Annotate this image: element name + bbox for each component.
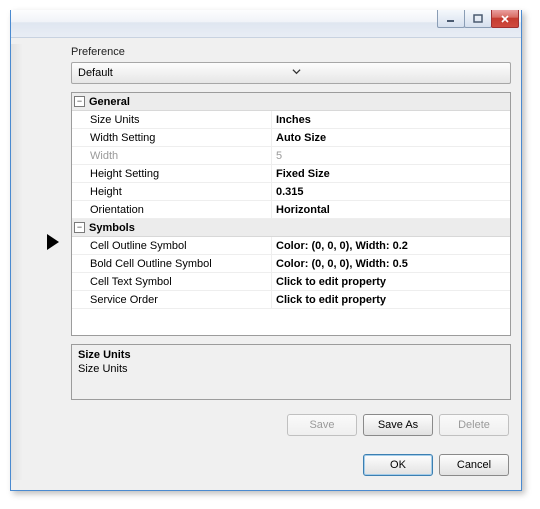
property-name: Service Order <box>72 291 272 308</box>
property-row[interactable]: Size UnitsInches <box>72 111 510 129</box>
pointer-arrow-icon <box>47 234 59 250</box>
preference-buttons: Save Save As Delete <box>71 414 511 436</box>
property-row[interactable]: Width SettingAuto Size <box>72 129 510 147</box>
collapse-toggle-icon[interactable]: − <box>74 96 85 107</box>
property-name: Width Setting <box>72 129 272 146</box>
property-value[interactable]: Click to edit property <box>272 273 510 290</box>
titlebar <box>11 10 521 38</box>
property-name: Width <box>72 147 272 164</box>
property-value[interactable]: Fixed Size <box>272 165 510 182</box>
property-value[interactable]: Auto Size <box>272 129 510 146</box>
preference-selected-value: Default <box>78 67 292 79</box>
close-button[interactable] <box>491 10 519 28</box>
property-group-label: Symbols <box>89 222 135 234</box>
ok-button[interactable]: OK <box>363 454 433 476</box>
property-row: Width5 <box>72 147 510 165</box>
save-button: Save <box>287 414 357 436</box>
chevron-down-icon <box>292 67 506 79</box>
property-name: Height <box>72 183 272 200</box>
property-row[interactable]: Bold Cell Outline SymbolColor: (0, 0, 0)… <box>72 255 510 273</box>
property-value[interactable]: Horizontal <box>272 201 510 218</box>
property-group-header[interactable]: −General <box>72 93 510 111</box>
property-row[interactable]: Height SettingFixed Size <box>72 165 510 183</box>
delete-button: Delete <box>439 414 509 436</box>
window-controls <box>438 10 519 28</box>
main-panel: Preference Default −GeneralSize UnitsInc… <box>71 44 511 480</box>
left-gutter <box>11 44 71 480</box>
property-value[interactable]: 0.315 <box>272 183 510 200</box>
property-row[interactable]: Cell Text SymbolClick to edit property <box>72 273 510 291</box>
save-as-button[interactable]: Save As <box>363 414 433 436</box>
preference-select[interactable]: Default <box>71 62 511 84</box>
property-value[interactable]: Color: (0, 0, 0), Width: 0.5 <box>272 255 510 272</box>
description-panel: Size Units Size Units <box>71 344 511 400</box>
property-group-header[interactable]: −Symbols <box>72 219 510 237</box>
property-value[interactable]: Click to edit property <box>272 291 510 308</box>
property-name: Cell Outline Symbol <box>72 237 272 254</box>
property-value[interactable]: Color: (0, 0, 0), Width: 0.2 <box>272 237 510 254</box>
property-name: Orientation <box>72 201 272 218</box>
dialog-buttons: OK Cancel <box>71 454 511 480</box>
property-grid[interactable]: −GeneralSize UnitsInchesWidth SettingAut… <box>71 92 511 336</box>
dialog-content: Preference Default −GeneralSize UnitsInc… <box>11 38 521 490</box>
property-row[interactable]: OrientationHorizontal <box>72 201 510 219</box>
property-name: Cell Text Symbol <box>72 273 272 290</box>
property-group-label: General <box>89 96 130 108</box>
property-value[interactable]: Inches <box>272 111 510 128</box>
minimize-button[interactable] <box>437 10 465 28</box>
description-title: Size Units <box>78 349 504 361</box>
property-name: Height Setting <box>72 165 272 182</box>
property-row[interactable]: Height0.315 <box>72 183 510 201</box>
preference-label: Preference <box>71 44 511 62</box>
maximize-button[interactable] <box>464 10 492 28</box>
property-value: 5 <box>272 147 510 164</box>
cancel-button[interactable]: Cancel <box>439 454 509 476</box>
property-row[interactable]: Cell Outline SymbolColor: (0, 0, 0), Wid… <box>72 237 510 255</box>
property-name: Bold Cell Outline Symbol <box>72 255 272 272</box>
property-name: Size Units <box>72 111 272 128</box>
property-row[interactable]: Service OrderClick to edit property <box>72 291 510 309</box>
collapse-toggle-icon[interactable]: − <box>74 222 85 233</box>
description-body: Size Units <box>78 363 504 375</box>
dialog-window: Preference Default −GeneralSize UnitsInc… <box>10 10 522 491</box>
